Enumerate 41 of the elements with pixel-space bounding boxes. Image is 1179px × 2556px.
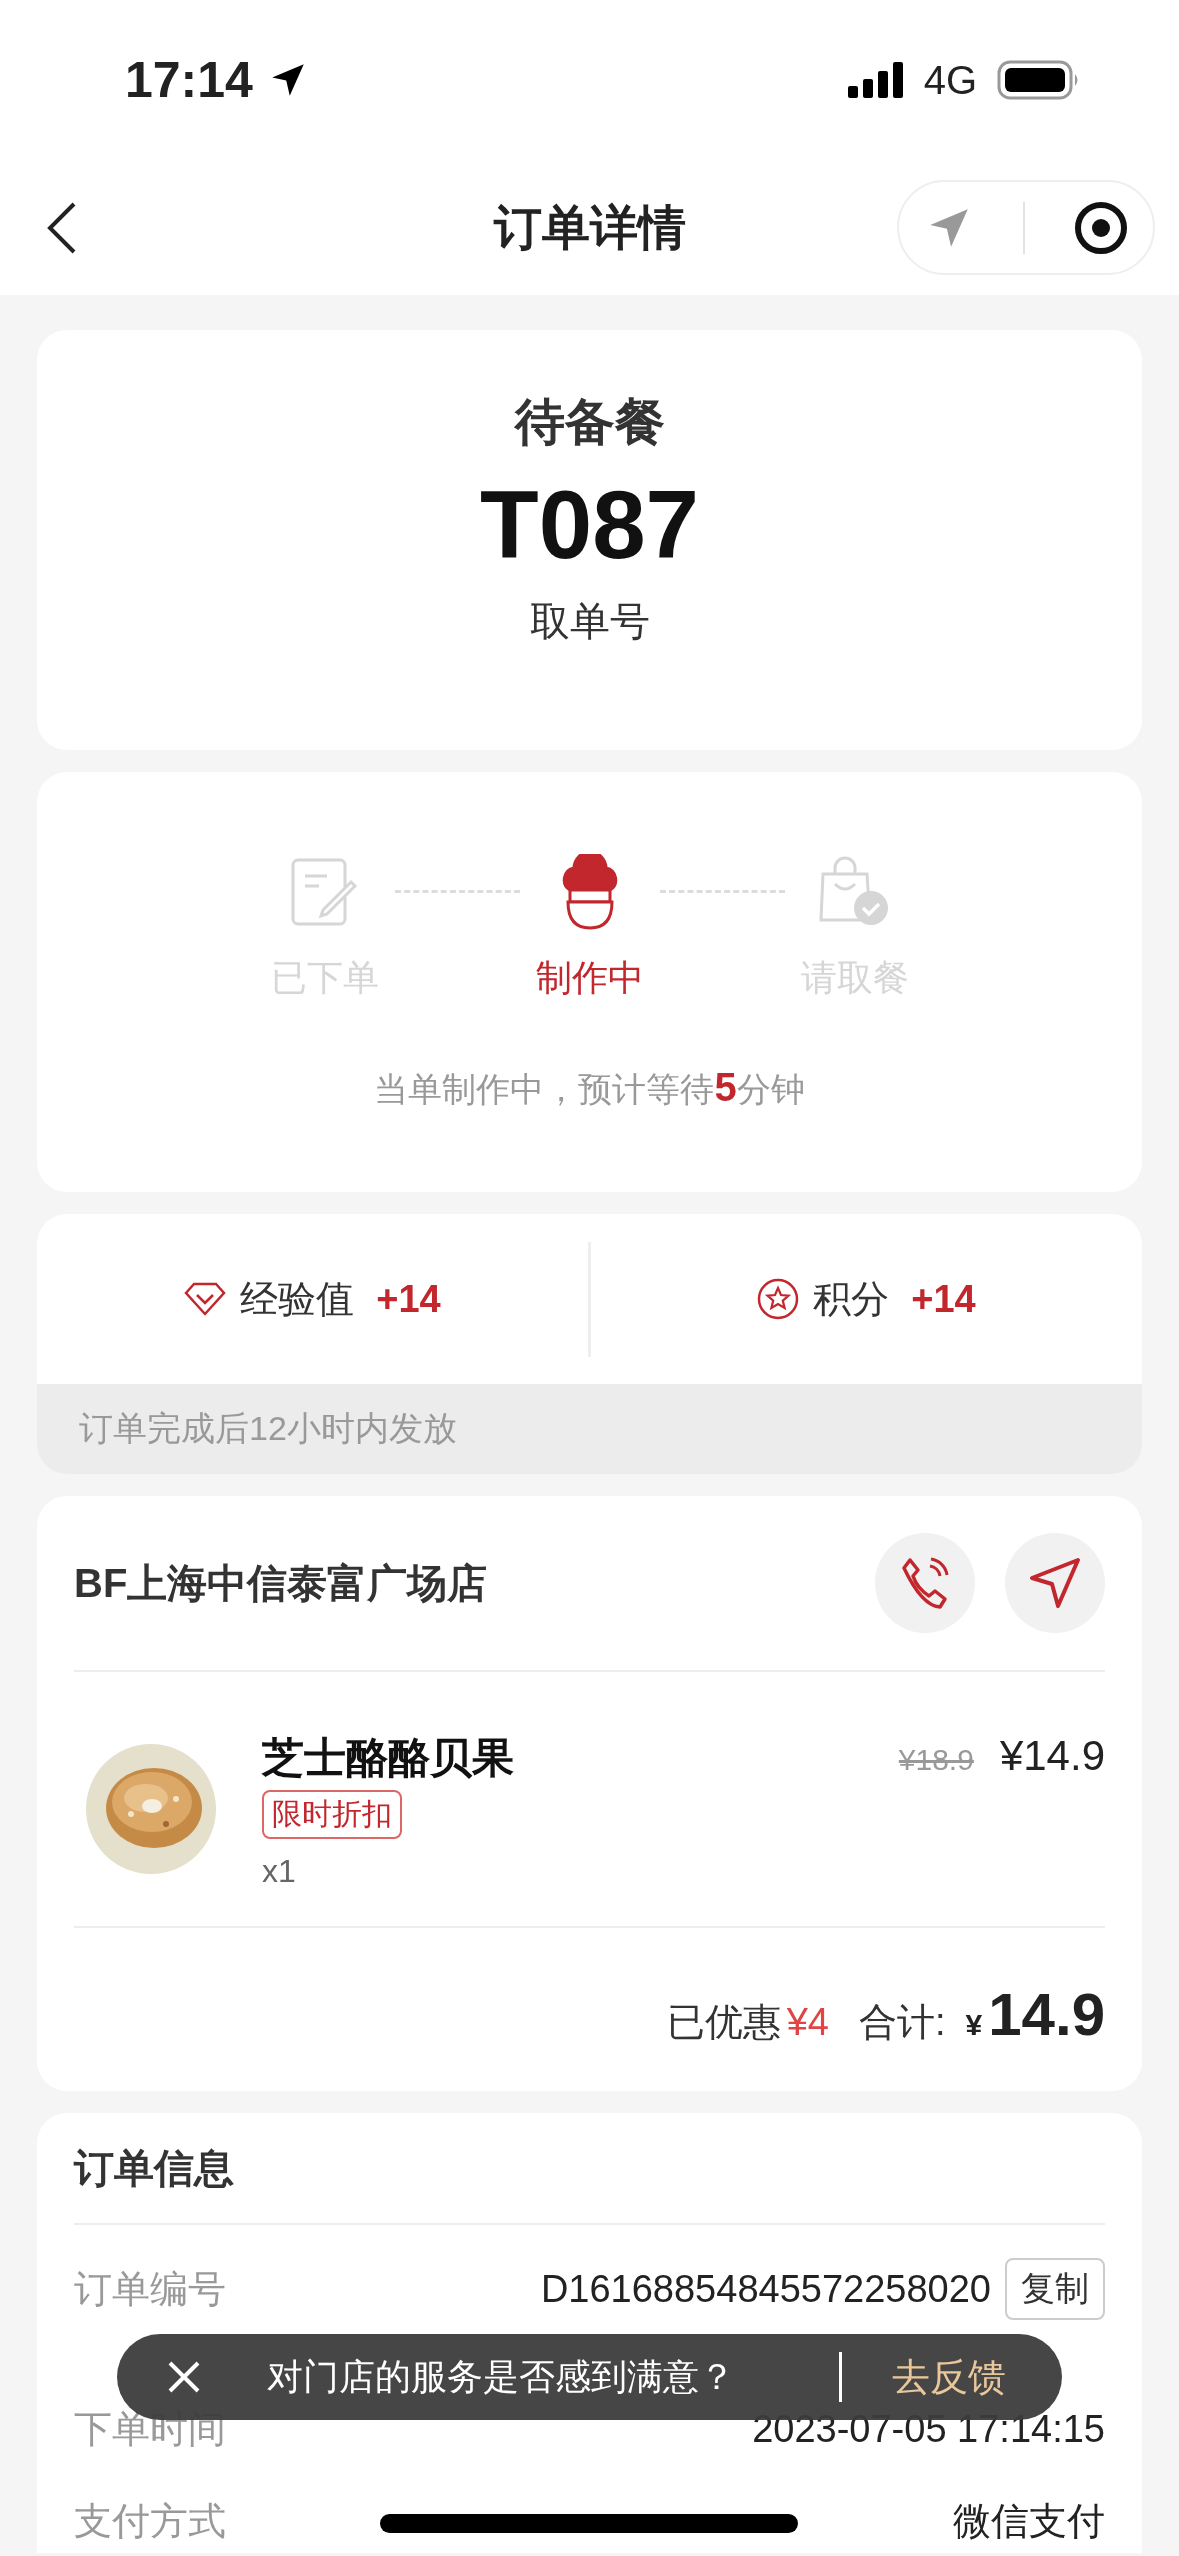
info-value: 2023-07-05 17:14:15	[752, 2407, 1105, 2451]
time-text: 17:14	[125, 51, 253, 109]
info-value: D16168854845572258020	[540, 2267, 991, 2311]
step-label: 制作中	[535, 956, 644, 1000]
diamond-icon	[184, 1282, 227, 1316]
star-badge-icon	[757, 1278, 800, 1320]
discount-label: 已优惠	[666, 2000, 781, 2045]
network-text: 4G	[923, 57, 977, 103]
currency-symbol: ¥	[965, 2008, 983, 2042]
feedback-link[interactable]: 去反馈	[892, 2351, 1006, 2403]
page-title: 订单详情	[493, 199, 686, 256]
discount-tag: 限时折扣	[262, 1790, 402, 1839]
phone-icon	[900, 1556, 950, 1610]
original-price: ¥18.9	[898, 1743, 974, 1777]
reward-label: 经验值	[240, 1276, 355, 1322]
toast-message: 对门店的服务是否感到满意？	[267, 2354, 736, 2399]
close-button[interactable]	[167, 2360, 201, 2394]
pickup-code: T087	[480, 470, 699, 580]
section-title: 订单信息	[74, 2113, 1105, 2225]
reward-value: +14	[376, 1277, 441, 1321]
total-label: 合计:	[858, 2000, 946, 2045]
close-icon	[167, 2360, 201, 2394]
target-icon[interactable]	[1074, 200, 1129, 255]
product-name: 芝士酪酪贝果	[262, 1733, 514, 1783]
info-label: 支付方式	[74, 2498, 226, 2544]
product-price: ¥14.9	[999, 1732, 1105, 1780]
navigation-arrow-icon	[1028, 1556, 1082, 1610]
copy-button[interactable]: 复制	[1005, 2258, 1105, 2320]
reward-note: 订单完成后12小时内发放	[37, 1384, 1142, 1474]
info-label: 订单编号	[74, 2266, 226, 2312]
order-status: 待备餐	[514, 393, 665, 452]
reward-value: +14	[911, 1277, 976, 1321]
pickup-code-label: 取单号	[529, 598, 650, 645]
signal-icon	[847, 62, 904, 98]
total-amount: 14.9	[988, 1980, 1105, 2049]
discount-amount: ¥4	[786, 2001, 829, 2044]
product-quantity: x1	[262, 1853, 296, 1890]
info-value: 微信支付	[953, 2498, 1105, 2544]
store-name: BF上海中信泰富广场店	[74, 1559, 489, 1607]
wait-message: 当单制作中，预计等待5分钟	[374, 1065, 805, 1111]
reward-label: 积分	[813, 1276, 890, 1322]
